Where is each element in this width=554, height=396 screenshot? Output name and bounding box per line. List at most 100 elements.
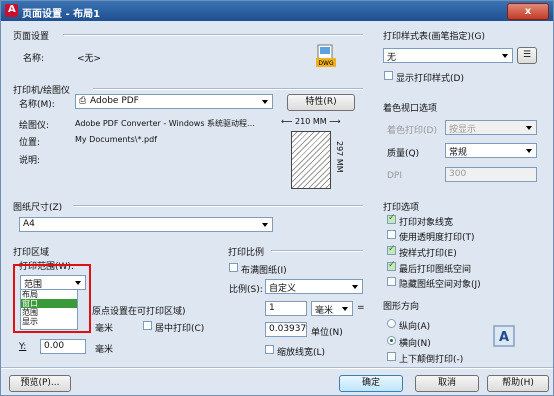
ok-button[interactable]: 确定 [339,375,403,392]
portrait-radio[interactable] [387,319,396,328]
chevron-down-icon [523,144,536,157]
upside-down-label: 上下颠倒打印(-) [399,355,464,365]
preview-button[interactable]: 预览(P)... [9,375,71,392]
plot-style-select[interactable]: 无 [383,48,513,63]
dwg-label: DWG [318,60,334,67]
plot-style-value: 无 [387,53,397,63]
paper-height-value: 297 MM [335,141,344,173]
highlight-annotation [13,264,91,333]
quality-value: 常规 [449,148,468,158]
dpi-input[interactable]: 300 [445,167,537,182]
plot-transparency-checkbox[interactable] [387,230,396,239]
page-setup-name-label: 名称: [23,54,45,64]
scale-equals: = [357,303,365,313]
chevron-down-icon [523,121,536,134]
x-offset-unit: 毫米 [95,324,114,334]
landscape-orientation-icon: A [493,325,515,347]
scale-lineweights-checkbox[interactable] [265,345,274,354]
close-button[interactable]: x [507,3,549,20]
scale-select[interactable]: 自定义 [265,279,363,294]
y-offset-unit: 毫米 [95,345,114,355]
dpi-label: DPI [387,171,403,181]
shade-plot-select[interactable]: 按显示 [445,120,537,135]
chevron-down-icon [259,95,272,108]
center-plot-label: 居中打印(C) [155,324,205,334]
show-plot-styles-checkbox[interactable] [384,71,393,80]
plot-option-label: 最后打印图纸空间 [399,265,472,275]
chevron-down-icon [259,218,272,231]
plot-paperspace-last-checkbox[interactable] [387,260,396,271]
location-label: 位置: [19,138,41,148]
plot-with-styles-checkbox[interactable] [387,244,396,255]
scale-label: 比例(S): [229,285,263,295]
divider [93,88,363,90]
plotter-value: Adobe PDF Converter - Windows 系统驱动程... [75,119,255,128]
autocad-app-icon [5,4,18,17]
shade-plot-value: 按显示 [449,125,477,135]
printer-group-title: 打印机/绘图仪 [13,86,71,96]
shade-plot-label: 着色打印(D) [387,126,437,136]
edit-plot-style-button[interactable]: ☰ [517,47,537,64]
help-button[interactable]: 帮助(H) [487,375,549,392]
plot-option-label: 隐藏图纸空间对象(J) [399,280,481,290]
svg-text:A: A [499,330,509,345]
plot-offset-group-title: 原点设置在可打印区域) [92,307,186,317]
paper-size-value: A4 [23,219,35,229]
fit-to-paper-label: 布满图纸(I) [241,266,287,276]
scale-units-label: 单位(N) [311,328,343,338]
portrait-label: 纵向(A) [399,322,431,332]
window-title: 页面设置 - 布局1 [22,9,101,20]
scale-units-input[interactable]: 0.03937 [265,322,307,337]
printer-name-select[interactable]: ⎙ Adobe PDF [75,94,273,109]
plot-scale-group-title: 打印比例 [228,248,265,258]
paper-preview [291,131,331,189]
y-offset-input[interactable]: 0.00 [40,339,86,354]
title-bar: 页面设置 - 布局1 x [1,1,553,21]
printer-icon: ⎙ [79,96,87,106]
landscape-label: 横向(N) [399,339,431,349]
page-setup-name-value: <无> [77,54,102,64]
location-value: My Documents\*.pdf [75,135,158,144]
plot-option-label: 按样式打印(E) [399,249,457,259]
center-plot-checkbox[interactable] [143,321,152,330]
page-setup-group-title: 页面设置 [13,32,50,42]
paper-width-value: 210 MM [295,117,327,126]
divider [63,34,363,36]
shaded-viewport-group-title: 着色视口选项 [383,104,438,114]
chevron-down-icon [499,49,512,62]
divider [1,367,553,369]
properties-button[interactable]: 特性(R) [287,94,355,111]
dwg-file-icon: DWG [316,44,336,67]
fit-to-paper-checkbox[interactable] [229,263,238,272]
printer-name-label: 名称(M): [19,100,55,110]
orientation-group-title: 图形方向 [383,302,420,312]
plot-option-label: 打印对象线宽 [399,218,454,228]
scale-value: 自定义 [269,284,297,294]
y-offset-label: Y: [19,342,27,352]
page-setup-dialog: 页面设置 - 布局1 x 页面设置 名称: <无> DWG 打印机/绘图仪 名称… [0,0,554,396]
plot-option-label: 使用透明度打印(T) [399,233,475,243]
scale-unit-value: 毫米 [315,306,334,316]
hide-paperspace-objects-checkbox[interactable] [387,277,396,286]
scale-numerator-input[interactable]: 1 [265,301,307,316]
chevron-down-icon [339,302,352,315]
paper-size-group-title: 图纸尺寸(Z) [13,203,63,213]
divider [271,250,363,252]
plot-lineweights-checkbox[interactable] [387,213,396,224]
plot-style-group-title: 打印样式表(画笔指定)(G) [383,32,486,42]
plot-area-group-title: 打印区域 [13,248,50,258]
divider [73,205,363,207]
quality-label: 质量(Q) [387,149,420,159]
plot-options-group-title: 打印选项 [383,203,420,213]
cancel-button[interactable]: 取消 [415,375,479,392]
upside-down-checkbox[interactable] [387,352,396,361]
show-plot-styles-label: 显示打印样式(D) [396,74,464,84]
paper-size-select[interactable]: A4 [19,217,273,232]
plotter-label: 绘图仪: [19,121,50,131]
landscape-radio[interactable] [387,336,396,345]
scale-unit-select[interactable]: 毫米 [311,301,353,316]
paper-width-dimension: ⟵ 210 MM ⟶ [281,117,341,126]
printer-name-value: Adobe PDF [90,96,139,106]
quality-select[interactable]: 常规 [445,143,537,158]
chevron-down-icon [349,280,362,293]
